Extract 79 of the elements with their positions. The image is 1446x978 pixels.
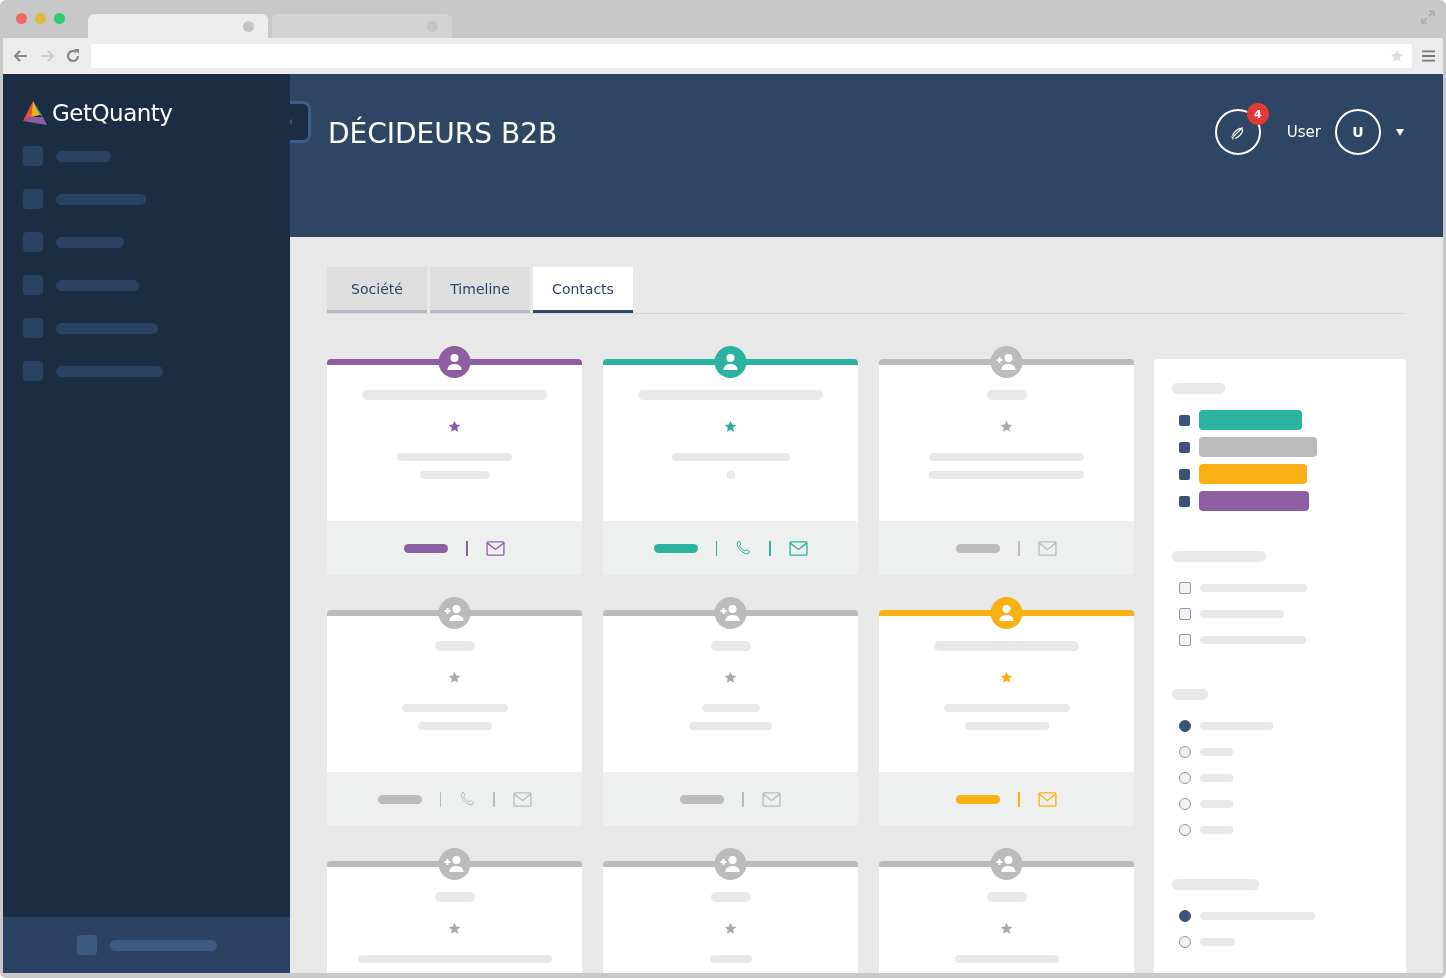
tab-close-icon[interactable] xyxy=(243,20,254,32)
card-body[interactable] xyxy=(879,616,1134,772)
avatar-circle[interactable]: U xyxy=(1335,109,1381,155)
browser-tab[interactable] xyxy=(272,14,452,38)
notification-count: 4 xyxy=(1246,103,1269,125)
placeholder-bar[interactable] xyxy=(56,322,158,334)
square-icon[interactable] xyxy=(23,232,43,252)
menu-icon[interactable] xyxy=(1422,50,1435,62)
star-icon[interactable] xyxy=(724,922,737,935)
phone-icon[interactable] xyxy=(735,540,751,556)
page-title: DÉCIDEURS B2B xyxy=(328,117,559,150)
checkbox[interactable] xyxy=(1179,581,1191,594)
back-arrow-icon[interactable] xyxy=(13,48,29,64)
reload-icon[interactable] xyxy=(65,48,81,64)
star-icon[interactable] xyxy=(724,671,737,684)
square-icon[interactable] xyxy=(23,361,43,381)
radio-button[interactable] xyxy=(1179,935,1191,948)
radio-button[interactable] xyxy=(1179,909,1191,922)
status-pill xyxy=(404,543,449,553)
status-pill xyxy=(377,794,422,804)
card-body[interactable] xyxy=(327,616,582,772)
mail-icon[interactable] xyxy=(485,540,505,556)
minimize-dot[interactable] xyxy=(35,13,46,24)
placeholder-bar[interactable] xyxy=(56,150,111,162)
square-icon[interactable] xyxy=(23,318,43,338)
square-icon[interactable] xyxy=(23,189,43,209)
square-icon[interactable] xyxy=(23,146,43,166)
star-icon[interactable] xyxy=(1000,922,1013,935)
tag-filter[interactable] xyxy=(1199,491,1309,511)
filter-square-icon[interactable] xyxy=(1179,495,1190,507)
square-icon[interactable] xyxy=(23,275,43,295)
placeholder-bar[interactable] xyxy=(56,236,124,248)
filter-square-icon[interactable] xyxy=(1179,468,1190,480)
status-pill xyxy=(956,794,1001,804)
placeholder-bar[interactable] xyxy=(56,365,163,377)
logo-icon xyxy=(23,101,49,125)
placeholder-bar[interactable] xyxy=(56,279,139,291)
tab[interactable]: Société xyxy=(327,267,427,313)
address-bar[interactable] xyxy=(91,44,1412,68)
browser-tab[interactable] xyxy=(88,14,268,38)
close-dot[interactable] xyxy=(16,13,27,24)
status-pill xyxy=(956,543,1001,553)
tag-filter[interactable] xyxy=(1199,410,1302,430)
star-icon[interactable] xyxy=(1000,671,1013,684)
forward-arrow-icon[interactable] xyxy=(39,48,55,64)
card-body[interactable] xyxy=(879,365,1134,521)
caret-icon[interactable] xyxy=(1395,127,1405,137)
tag-filter[interactable] xyxy=(1199,437,1317,457)
radio-button[interactable] xyxy=(1179,745,1191,758)
checkbox[interactable] xyxy=(1179,607,1191,620)
radio-button[interactable] xyxy=(1179,823,1191,836)
star-icon[interactable] xyxy=(1390,49,1404,63)
brand-name: GetQuanty xyxy=(52,100,173,126)
user-name[interactable]: User xyxy=(1286,123,1321,141)
star-icon[interactable] xyxy=(1000,420,1013,433)
placeholder-bar[interactable] xyxy=(56,193,146,205)
star-icon[interactable] xyxy=(448,420,461,433)
star-icon[interactable] xyxy=(448,671,461,684)
tab[interactable]: Contacts xyxy=(533,267,633,313)
filter-square-icon[interactable] xyxy=(1179,441,1190,453)
radio-button[interactable] xyxy=(1179,771,1191,784)
square-icon xyxy=(76,935,97,955)
radio-button[interactable] xyxy=(1179,797,1191,810)
filter-square-icon[interactable] xyxy=(1179,414,1190,426)
tag-filter[interactable] xyxy=(1199,464,1307,484)
phone-icon[interactable] xyxy=(459,791,475,807)
status-pill xyxy=(653,543,698,553)
status-pill xyxy=(680,794,725,804)
star-icon[interactable] xyxy=(724,420,737,433)
star-icon[interactable] xyxy=(448,922,461,935)
mail-icon[interactable] xyxy=(788,540,808,556)
radio-button[interactable] xyxy=(1179,719,1191,732)
card-body[interactable] xyxy=(603,616,858,772)
zoom-dot[interactable] xyxy=(54,13,65,24)
card-body[interactable] xyxy=(603,365,858,521)
sidebar-footer[interactable] xyxy=(3,917,290,973)
tab[interactable]: Timeline xyxy=(430,267,530,313)
expand-icon[interactable] xyxy=(1421,10,1435,24)
checkbox[interactable] xyxy=(1179,633,1191,646)
